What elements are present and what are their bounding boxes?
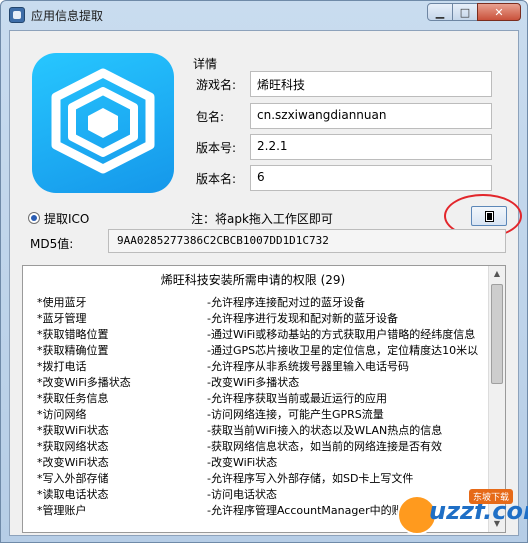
app-icon (9, 7, 25, 23)
details-group-label: 详情 (193, 57, 218, 71)
permission-name: *获取WiFi状态 (37, 424, 109, 437)
permission-name: *拨打电话 (37, 360, 87, 373)
permission-description: -获取网络信息状态，如当前的网络连接是否有效 (207, 440, 442, 453)
permission-description: -通过WiFi或移动基站的方式获取用户错略的经纬度信息 (207, 328, 476, 341)
md5-label: MD5值: (30, 237, 74, 251)
permission-description: -访问电话状态 (207, 488, 277, 501)
watermark-badge: 东坡下载 (469, 489, 514, 504)
hexagon-logo-icon (51, 68, 155, 174)
permission-description: -允许程序从非系统拨号器里输入电话号码 (207, 360, 409, 373)
permission-description: -通过GPS芯片接收卫星的定位信息，定位精度达10米以 (207, 344, 479, 357)
permission-description: -获取当前WiFi接入的状态以及WLAN热点的信息 (207, 424, 443, 437)
permission-description: -允许程序获取当前或最近运行的应用 (207, 392, 387, 405)
md5-field[interactable]: 9AA0285277386C2CBCB1007DD1D1C732 (108, 229, 506, 253)
close-button[interactable]: ✕ (477, 3, 521, 21)
permissions-header: 烯旺科技安装所需申请的权限 (29) (160, 273, 346, 287)
permission-name: *管理账户 (37, 504, 87, 517)
scrollbar-thumb[interactable] (491, 284, 503, 384)
extract-ico-label[interactable]: 提取ICO (44, 210, 89, 227)
version-name-field[interactable]: 6 (250, 165, 492, 191)
version-name-label: 版本名: (196, 172, 237, 186)
permission-description: -访问网络连接，可能产生GPRS流量 (207, 408, 384, 421)
permission-name: *改变WiFi状态 (37, 456, 109, 469)
permission-description: -允许程序连接配对过的蓝牙设备 (207, 296, 365, 309)
window-controls: ▁ □ ✕ (427, 3, 521, 21)
site-watermark: uzzf.com 东坡下载 (393, 489, 528, 541)
permission-name: *改变WiFi多播状态 (37, 376, 131, 389)
permission-name: *获取网络状态 (37, 440, 109, 453)
version-code-label: 版本号: (196, 141, 237, 155)
permission-name: *读取电话状态 (37, 488, 109, 501)
package-name-label: 包名: (196, 110, 225, 124)
permission-name: *获取错略位置 (37, 328, 109, 341)
maximize-button[interactable]: □ (452, 3, 478, 21)
permission-name: *访问网络 (37, 408, 87, 421)
permission-name: *蓝牙管理 (37, 312, 87, 325)
app-logo (32, 53, 174, 193)
permission-description: -允许程序进行发现和配对新的蓝牙设备 (207, 312, 398, 325)
extract-ico-radio[interactable] (28, 212, 40, 224)
title-bar[interactable]: 应用信息提取 ▁ □ ✕ (1, 1, 527, 29)
client-area: 详情 游戏名: 烯旺科技 包名: cn.szxiwangdiannuan 版本号… (9, 30, 522, 536)
permission-name: *获取任务信息 (37, 392, 109, 405)
window-title: 应用信息提取 (31, 9, 104, 23)
game-name-field[interactable]: 烯旺科技 (250, 71, 492, 97)
drag-apk-note: 注：将apk拖入工作区即可 (191, 212, 333, 226)
permission-description: -允许程序写入外部存储，如SD卡上写文件 (207, 472, 414, 485)
app-window: 应用信息提取 ▁ □ ✕ 详情 游戏名: 烯旺科技 包名: cn.szxiwan… (0, 0, 528, 543)
package-name-field[interactable]: cn.szxiwangdiannuan (250, 103, 492, 129)
permission-description: -改变WiFi状态 (207, 456, 278, 469)
game-name-label: 游戏名: (196, 78, 237, 92)
version-code-field[interactable]: 2.2.1 (250, 134, 492, 160)
minimize-button[interactable]: ▁ (427, 3, 453, 21)
permission-name: *使用蓝牙 (37, 296, 87, 309)
permission-description: -改变WiFi多播状态 (207, 376, 300, 389)
permission-name: *写入外部存储 (37, 472, 109, 485)
permission-name: *获取精确位置 (37, 344, 109, 357)
scroll-up-arrow-icon[interactable]: ▲ (489, 266, 505, 282)
